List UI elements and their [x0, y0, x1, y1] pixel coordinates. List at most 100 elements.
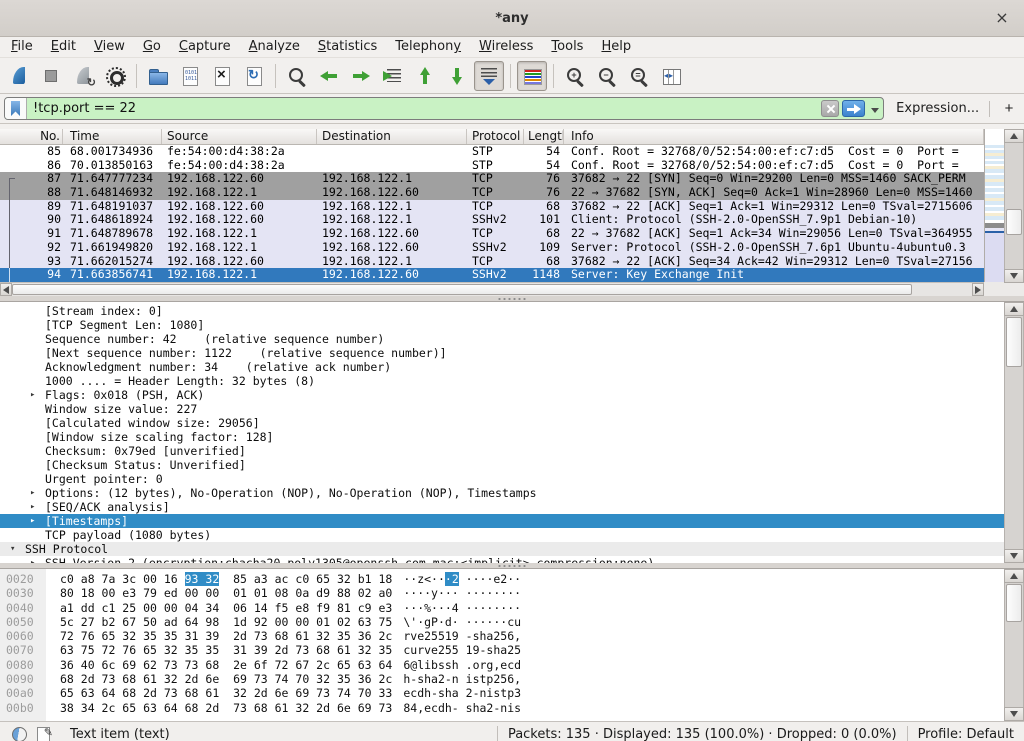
detail-row[interactable]: [TCP Segment Len: 1080] [0, 318, 1004, 332]
packet-row[interactable]: 94 71.663856741 192.168.122.1 192.168.12… [0, 268, 984, 282]
hex-vscrollbar[interactable] [1004, 569, 1024, 721]
hscroll-track[interactable] [912, 283, 972, 296]
detail-row[interactable]: ▸ [Timestamps] [0, 514, 1004, 528]
detail-row[interactable]: Acknowledgment number: 34 (relative ack … [0, 360, 1004, 374]
vscroll-down-arrow[interactable] [1004, 707, 1024, 721]
go-first-packet-button[interactable] [410, 61, 440, 91]
detail-row[interactable]: ▸ Flags: 0x018 (PSH, ACK) [0, 388, 1004, 402]
column-header-protocol[interactable]: Protocol [467, 129, 524, 144]
restart-capture-button[interactable] [68, 61, 98, 91]
column-header-no[interactable]: No. [0, 129, 63, 144]
packet-list-vscrollbar[interactable] [1004, 129, 1024, 296]
expander-icon[interactable]: ▾ [8, 544, 25, 554]
hex-row[interactable]: 0060 72 76 65 32 35 35 31 39 2d 73 68 61… [0, 629, 1004, 643]
packet-row[interactable]: 93 71.662015274 192.168.122.60 192.168.1… [0, 255, 984, 269]
detail-row[interactable]: Window size value: 227 [0, 402, 1004, 416]
vscroll-track[interactable] [1004, 583, 1024, 707]
vscroll-up-arrow[interactable] [1004, 569, 1024, 583]
detail-row[interactable]: Checksum: 0x79ed [unverified] [0, 444, 1004, 458]
packet-list-hscrollbar[interactable] [0, 282, 984, 296]
expert-info-button[interactable] [12, 727, 27, 741]
detail-row[interactable]: [Calculated window size: 29056] [0, 416, 1004, 430]
hex-row[interactable]: 00b0 38 34 2c 65 63 64 68 2d 73 68 61 32… [0, 701, 1004, 715]
resize-columns-button[interactable] [656, 61, 686, 91]
menu-file[interactable]: File [2, 37, 42, 57]
go-last-packet-button[interactable] [442, 61, 472, 91]
filter-clear-button[interactable] [821, 100, 839, 117]
intelligent-scrollbar-minimap[interactable] [984, 129, 1004, 282]
expander-icon[interactable]: ▸ [28, 502, 45, 512]
menu-tools[interactable]: Tools [542, 37, 592, 57]
menu-go[interactable]: Go [134, 37, 170, 57]
filter-apply-button[interactable] [842, 100, 865, 117]
detail-row[interactable]: ▸ Options: (12 bytes), No-Operation (NOP… [0, 486, 1004, 500]
go-back-button[interactable] [314, 61, 344, 91]
detail-row[interactable]: TCP payload (1080 bytes) [0, 528, 1004, 542]
detail-row[interactable]: ▸ SSH Version 2 (encryption:chacha20-pol… [0, 556, 1004, 563]
menu-capture[interactable]: Capture [170, 37, 240, 57]
expression-button[interactable]: Expression... [896, 101, 979, 116]
vscroll-up-arrow[interactable] [1004, 129, 1024, 143]
vscroll-thumb[interactable] [1006, 584, 1022, 622]
menu-help[interactable]: Help [592, 37, 640, 57]
display-filter-bar[interactable] [4, 97, 884, 120]
column-header-info[interactable]: Info [564, 129, 984, 144]
detail-row[interactable]: ▸ [SEQ/ACK analysis] [0, 500, 1004, 514]
detail-row[interactable]: [Window size scaling factor: 128] [0, 430, 1004, 444]
display-filter-input[interactable] [27, 98, 821, 119]
packet-row[interactable]: 85 68.001734936 fe:54:00:d4:38:2a STP 54… [0, 145, 984, 159]
profile-text[interactable]: Profile: Default [918, 727, 1014, 741]
hscroll-left-arrow[interactable] [0, 283, 12, 296]
hex-row[interactable]: 0020 c0 a8 7a 3c 00 16 93 32 85 a3 ac c0… [0, 572, 1004, 586]
go-to-packet-button[interactable] [378, 61, 408, 91]
menu-statistics[interactable]: Statistics [309, 37, 386, 57]
detail-row[interactable]: ▾ SSH Protocol [0, 542, 1004, 556]
packet-row[interactable]: 91 71.648789678 192.168.122.1 192.168.12… [0, 227, 984, 241]
packet-row[interactable]: 92 71.661949820 192.168.122.1 192.168.12… [0, 241, 984, 255]
detail-row[interactable]: 1000 .... = Header Length: 32 bytes (8) [0, 374, 1004, 388]
zoom-in-button[interactable] [560, 61, 590, 91]
detail-row[interactable]: [Stream index: 0] [0, 304, 1004, 318]
hscroll-right-arrow[interactable] [972, 283, 984, 296]
menu-edit[interactable]: Edit [42, 37, 85, 57]
list-details-splitter[interactable] [0, 296, 1024, 301]
detail-row[interactable]: [Checksum Status: Unverified] [0, 458, 1004, 472]
vscroll-thumb[interactable] [1006, 209, 1022, 235]
hex-row[interactable]: 0030 80 18 00 e3 79 ed 00 00 01 01 08 0a… [0, 586, 1004, 600]
expander-icon[interactable]: ▸ [28, 390, 45, 400]
packet-row[interactable]: 86 70.013850163 fe:54:00:d4:38:2a STP 54… [0, 159, 984, 173]
hex-row[interactable]: 0070 63 75 72 76 65 32 35 35 31 39 2d 73… [0, 643, 1004, 657]
auto-scroll-toggle[interactable] [474, 61, 504, 91]
add-filter-button[interactable]: + [1000, 100, 1018, 117]
expander-icon[interactable]: ▸ [28, 516, 45, 526]
packet-row[interactable]: 89 71.648191037 192.168.122.60 192.168.1… [0, 200, 984, 214]
start-capture-button[interactable] [4, 61, 34, 91]
menu-telephony[interactable]: Telephony [386, 37, 470, 57]
go-forward-button[interactable] [346, 61, 376, 91]
column-header-length[interactable]: Length [524, 129, 564, 144]
zoom-out-button[interactable] [592, 61, 622, 91]
filter-bookmark-button[interactable] [5, 98, 27, 119]
column-header-source[interactable]: Source [162, 129, 317, 144]
capture-options-button[interactable] [100, 61, 130, 91]
vscroll-down-arrow[interactable] [1004, 549, 1024, 563]
find-packet-button[interactable] [282, 61, 312, 91]
column-header-time[interactable]: Time [63, 129, 162, 144]
detail-row[interactable]: Urgent pointer: 0 [0, 472, 1004, 486]
hex-row[interactable]: 0050 5c 27 b2 67 50 ad 64 98 1d 92 00 00… [0, 615, 1004, 629]
hscroll-thumb[interactable] [12, 284, 912, 295]
hex-row[interactable]: 0040 a1 dd c1 25 00 00 04 34 06 14 f5 e8… [0, 601, 1004, 615]
vscroll-track[interactable] [1004, 316, 1024, 549]
packet-row[interactable]: 90 71.648618924 192.168.122.60 192.168.1… [0, 213, 984, 227]
save-capture-button[interactable] [175, 61, 205, 91]
details-hex-splitter[interactable] [0, 563, 1024, 568]
hex-row[interactable]: 0080 36 40 6c 69 62 73 73 68 2e 6f 72 67… [0, 658, 1004, 672]
menu-wireless[interactable]: Wireless [470, 37, 542, 57]
detail-row[interactable]: [Next sequence number: 1122 (relative se… [0, 346, 1004, 360]
colorize-toggle[interactable] [517, 61, 547, 91]
hex-row[interactable]: 00a0 65 63 64 68 2d 73 68 61 32 2d 6e 69… [0, 686, 1004, 700]
reload-capture-button[interactable] [239, 61, 269, 91]
menu-view[interactable]: View [85, 37, 134, 57]
vscroll-thumb[interactable] [1006, 317, 1022, 367]
packet-row[interactable]: 88 71.648146932 192.168.122.1 192.168.12… [0, 186, 984, 200]
